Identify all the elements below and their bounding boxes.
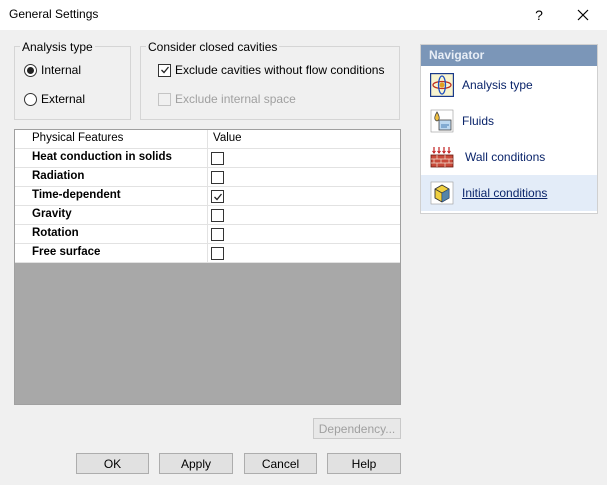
- exclude-no-flow-box[interactable]: [158, 63, 171, 77]
- exclude-internal-checkbox[interactable]: Exclude internal space: [158, 92, 296, 106]
- nav-item-analysis-type[interactable]: Analysis type: [421, 67, 597, 103]
- apply-button[interactable]: Apply: [159, 453, 233, 474]
- table-row[interactable]: Gravity: [15, 206, 400, 225]
- nav-item-initial-conditions[interactable]: Initial conditions: [421, 175, 597, 211]
- table-row[interactable]: Free surface: [15, 244, 400, 263]
- nav-label-initial-conditions: Initial conditions: [462, 186, 548, 200]
- feature-checkbox-time-dependent[interactable]: [211, 190, 224, 203]
- column-header-value: Value: [213, 132, 242, 144]
- feature-name: Gravity: [32, 208, 72, 220]
- feature-name: Time-dependent: [32, 189, 121, 201]
- close-icon: [577, 9, 589, 21]
- nav-label-fluids: Fluids: [462, 114, 495, 128]
- dependency-button[interactable]: Dependency...: [313, 418, 401, 439]
- nav-item-wall-conditions[interactable]: Wall conditions: [421, 139, 597, 175]
- nav-item-fluids[interactable]: Fluids: [421, 103, 597, 139]
- initial-conditions-icon: [430, 181, 454, 205]
- navigator-title: Navigator: [421, 45, 597, 66]
- table-row[interactable]: Time-dependent: [15, 187, 400, 206]
- navigator-panel: Navigator Analysis type Fluids Wall cond…: [420, 44, 598, 214]
- cavities-group: [140, 46, 400, 120]
- nav-label-analysis-type: Analysis type: [462, 78, 533, 92]
- radio-internal-label: Internal: [41, 63, 82, 77]
- cancel-button[interactable]: Cancel: [244, 453, 317, 474]
- checkmark-icon: [213, 193, 222, 200]
- analysis-type-label: Analysis type: [20, 40, 95, 54]
- exclude-internal-box[interactable]: [158, 92, 171, 106]
- radio-external-label: External: [41, 92, 86, 106]
- feature-checkbox-heat-conduction[interactable]: [211, 152, 224, 165]
- exclude-internal-label: Exclude internal space: [175, 92, 296, 106]
- column-header-features: Physical Features: [32, 132, 124, 144]
- radio-internal[interactable]: Internal: [24, 63, 81, 77]
- cavities-label: Consider closed cavities: [146, 40, 280, 54]
- feature-checkbox-free-surface[interactable]: [211, 247, 224, 260]
- physical-features-grid[interactable]: Physical Features Value Heat conduction …: [14, 129, 401, 405]
- feature-checkbox-rotation[interactable]: [211, 228, 224, 241]
- table-row[interactable]: Radiation: [15, 168, 400, 187]
- table-row[interactable]: Heat conduction in solids: [15, 149, 400, 168]
- checkmark-icon: [160, 66, 169, 74]
- wall-conditions-icon: [430, 147, 454, 168]
- exclude-no-flow-label: Exclude cavities without flow conditions: [175, 63, 385, 77]
- analysis-type-group: [14, 46, 131, 120]
- help-button[interactable]: Help: [327, 453, 401, 474]
- feature-name: Heat conduction in solids: [32, 151, 172, 163]
- title-bar: General Settings ?: [0, 0, 607, 30]
- feature-checkbox-gravity[interactable]: [211, 209, 224, 222]
- nav-label-wall-conditions: Wall conditions: [465, 150, 546, 164]
- fluids-icon: [430, 109, 454, 133]
- feature-name: Radiation: [32, 170, 85, 182]
- analysis-type-icon: [430, 73, 454, 97]
- close-button[interactable]: [572, 5, 594, 25]
- feature-name: Rotation: [32, 227, 79, 239]
- radio-internal-indicator[interactable]: [24, 63, 37, 77]
- radio-external-indicator[interactable]: [24, 92, 37, 106]
- feature-checkbox-radiation[interactable]: [211, 171, 224, 184]
- radio-external[interactable]: External: [24, 92, 85, 106]
- ok-button[interactable]: OK: [76, 453, 149, 474]
- table-header-row: Physical Features Value: [15, 130, 400, 149]
- table-row[interactable]: Rotation: [15, 225, 400, 244]
- feature-name: Free surface: [32, 246, 101, 258]
- exclude-no-flow-checkbox[interactable]: Exclude cavities without flow conditions: [158, 63, 384, 77]
- window-title: General Settings: [9, 7, 99, 21]
- physical-features-table: Physical Features Value Heat conduction …: [15, 130, 400, 263]
- help-title-button[interactable]: ?: [528, 5, 550, 25]
